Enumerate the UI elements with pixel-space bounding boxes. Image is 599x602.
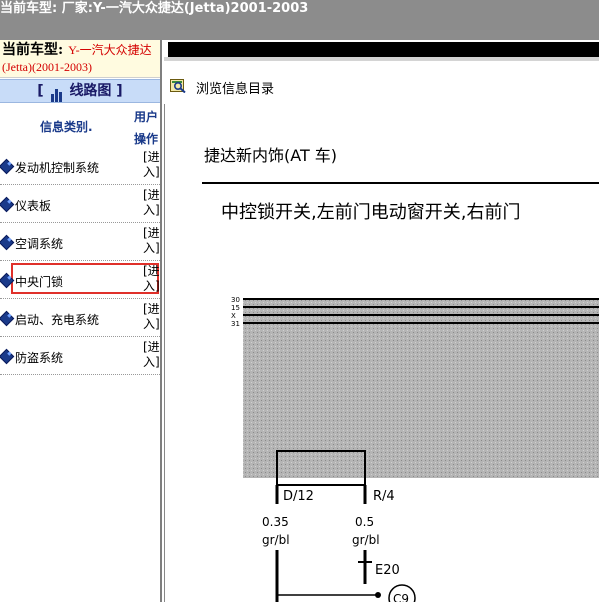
current-car-header: 当前车型: Y-一汽大众捷达(Jetta)(2001-2003): [0, 40, 160, 78]
wire-1-color: gr/bl: [262, 533, 290, 547]
connector-d12: D/12: [283, 489, 314, 504]
diamond-bullet-icon: [0, 234, 15, 251]
column-user: 用户: [134, 110, 159, 124]
column-info-type: 信息类别.: [40, 120, 93, 134]
sidebar: 当前车型: Y-一汽大众捷达(Jetta)(2001-2003) [ 线路图 ]…: [0, 40, 162, 602]
bar-chart-icon: [50, 80, 63, 102]
diamond-bullet-icon: [0, 158, 15, 175]
item-label[interactable]: 仪表板: [15, 197, 51, 214]
item-label[interactable]: 空调系统: [15, 235, 63, 252]
bus-label-x: X: [231, 312, 236, 320]
circuit-header-label: 线路图 ]: [69, 83, 123, 99]
browse-catalog-icon[interactable]: [170, 77, 186, 93]
bus-label-30: 30: [231, 296, 240, 304]
enter-link[interactable]: [进入]: [143, 264, 160, 294]
circuit-header-bracket: [: [37, 83, 44, 99]
viewer-divider: [164, 57, 599, 61]
list-item-selected[interactable]: 中央门锁 [进入]: [0, 261, 160, 299]
current-car-label: 当前车型:: [2, 42, 64, 58]
item-label[interactable]: 启动、充电系统: [15, 311, 99, 328]
document-viewer: 浏览信息目录 30 15 X 31 D/12 R/4 0.35 gr/bl 0.…: [164, 40, 599, 602]
document-title: 捷达新内饰(AT 车): [204, 146, 338, 165]
connector-r4: R/4: [373, 489, 395, 504]
enter-link[interactable]: [进入]: [143, 302, 160, 332]
wire-2-size: 0.5: [355, 515, 374, 529]
enter-link[interactable]: [进入]: [143, 150, 160, 180]
wire-1-size: 0.35: [262, 515, 289, 529]
list-item[interactable]: 启动、充电系统 [进入]: [0, 299, 160, 337]
wiring-diagram: 30 15 X 31 D/12 R/4 0.35 gr/bl 0.5 gr/bl…: [231, 296, 599, 602]
browse-catalog-label[interactable]: 浏览信息目录: [196, 78, 274, 97]
ground-e20: E20: [375, 563, 400, 578]
item-label[interactable]: 防盗系统: [15, 349, 63, 366]
item-label[interactable]: 中央门锁: [15, 273, 63, 290]
viewer-top-bar: [168, 42, 599, 57]
list-item[interactable]: 空调系统 [进入]: [0, 223, 160, 261]
bus-label-15: 15: [231, 304, 240, 312]
circuit-diagram-header: [ 线路图 ]: [0, 79, 160, 103]
wire-2-color: gr/bl: [352, 533, 380, 547]
item-label[interactable]: 发动机控制系统: [15, 159, 99, 176]
window-title-bar: 当前车型: 厂家:Y-一汽大众捷达(Jetta)2001-2003: [0, 0, 599, 40]
column-headers: 信息类别. 用户 操作: [0, 103, 160, 147]
document-page: 30 15 X 31 D/12 R/4 0.35 gr/bl 0.5 gr/bl…: [164, 104, 599, 602]
list-item[interactable]: 防盗系统 [进入]: [0, 337, 160, 375]
bus-label-31: 31: [231, 320, 240, 328]
list-item[interactable]: 仪表板 [进入]: [0, 185, 160, 223]
enter-link[interactable]: [进入]: [143, 226, 160, 256]
diamond-bullet-icon: [0, 196, 15, 213]
title-rule: [202, 182, 599, 184]
svg-text:C9: C9: [393, 592, 409, 602]
diamond-bullet-icon: [0, 348, 15, 365]
enter-link[interactable]: [进入]: [143, 188, 160, 218]
diamond-bullet-icon: [0, 310, 15, 327]
enter-link[interactable]: [进入]: [143, 340, 160, 370]
document-subtitle: 中控锁开关,左前门电动窗开关,右前门: [221, 202, 521, 223]
column-user-action: 用户 操作: [134, 106, 158, 150]
list-item[interactable]: 发动机控制系统 [进入]: [0, 147, 160, 185]
window-title: 当前车型: 厂家:Y-一汽大众捷达(Jetta)2001-2003: [0, 1, 309, 16]
